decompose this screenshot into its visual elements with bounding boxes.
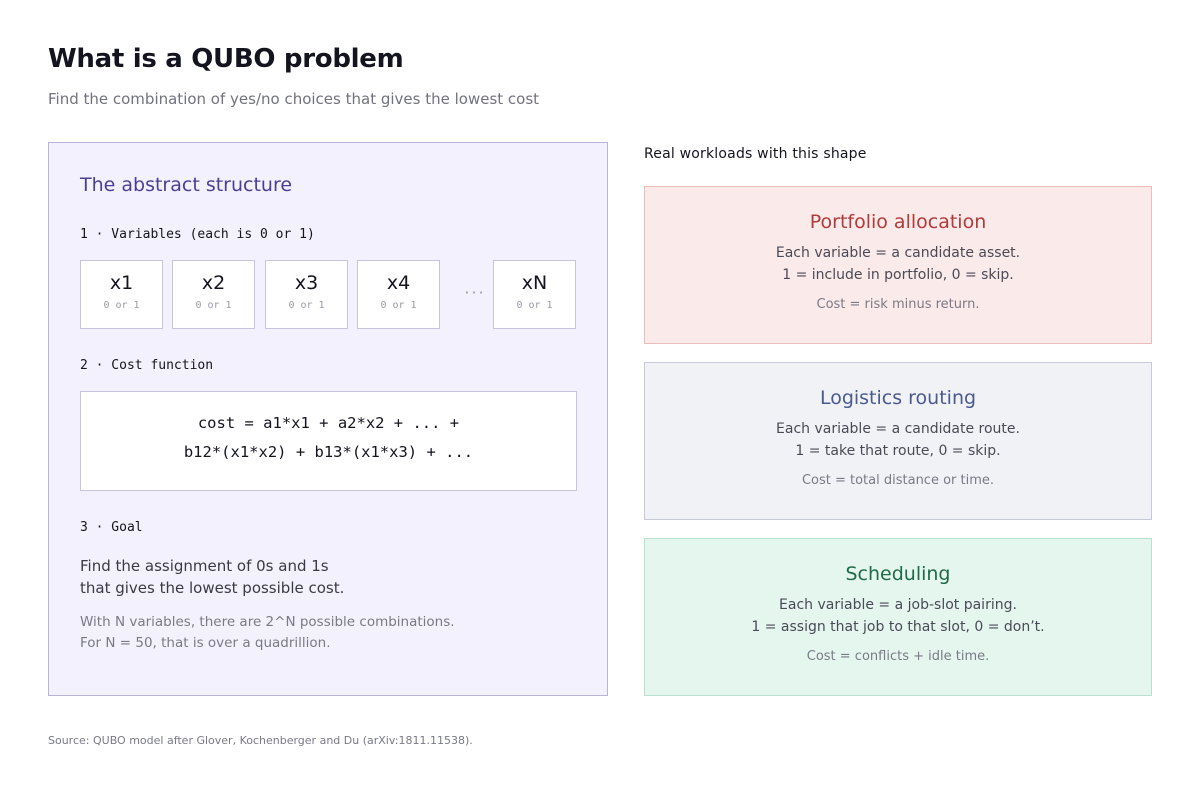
goal-text: Find the assignment of 0s and 1s that gi… [80,555,344,599]
panel-title: The abstract structure [80,174,293,196]
card-cost: Cost = conflicts + idle time. [806,649,990,664]
card-description: Each variable = a candidate route. 1 = t… [645,418,1151,462]
step3-label: 3 · Goal [80,520,143,535]
card-title: Logistics routing [819,387,977,409]
source-note: Source: QUBO model after Glover, Kochenb… [48,734,473,747]
card-line-2: 1 = take that route, 0 = skip. [795,443,1001,459]
workloads-heading: Real workloads with this shape [644,146,867,162]
variable-domain: 0 or 1 [195,300,232,311]
variable-domain: 0 or 1 [516,300,553,311]
scheduling-card: Scheduling Each variable = a job-slot pa… [644,538,1152,696]
card-line-2: 1 = assign that job to that slot, 0 = do… [751,619,1045,635]
step1-label: 1 · Variables (each is 0 or 1) [80,227,315,242]
goal-line-2: that gives the lowest possible cost. [80,579,345,597]
note-line-1: With N variables, there are 2^N possible… [80,614,455,630]
variable-box-x2: x2 0 or 1 [172,260,255,329]
card-line-1: Each variable = a job-slot pairing. [779,597,1017,613]
variable-box-x3: x3 0 or 1 [265,260,348,329]
goal-line-1: Find the assignment of 0s and 1s [80,557,329,575]
card-cost: Cost = total distance or time. [801,473,995,488]
variable-domain: 0 or 1 [103,300,140,311]
note-line-2: For N = 50, that is over a quadrillion. [80,635,331,651]
card-line-2: 1 = include in portfolio, 0 = skip. [782,267,1014,283]
card-cost: Cost = risk minus return. [816,297,980,312]
card-description: Each variable = a candidate asset. 1 = i… [645,242,1151,286]
card-title: Scheduling [845,563,951,585]
card-line-1: Each variable = a candidate asset. [775,245,1021,261]
cost-line-2: b12*(x1*x2) + b13*(x1*x3) + ... [183,443,474,461]
portfolio-card: Portfolio allocation Each variable = a c… [644,186,1152,344]
variable-row: x1 0 or 1 x2 0 or 1 x3 0 or 1 x4 0 or 1 … [80,260,577,330]
variable-box-x1: x1 0 or 1 [80,260,163,329]
cost-line-1: cost = a1*x1 + a2*x2 + ... + [197,414,460,432]
variable-domain: 0 or 1 [288,300,325,311]
card-description: Each variable = a job-slot pairing. 1 = … [645,594,1151,638]
logistics-card: Logistics routing Each variable = a cand… [644,362,1152,520]
variable-name: x4 [386,272,411,294]
goal-note: With N variables, there are 2^N possible… [80,612,455,654]
page-subtitle: Find the combination of yes/no choices t… [48,90,540,108]
variable-name: x1 [109,272,134,294]
cost-function-box: cost = a1*x1 + a2*x2 + ... + b12*(x1*x2)… [80,391,577,491]
variable-name: x2 [201,272,226,294]
page-title: What is a QUBO problem [48,44,404,74]
variable-box-xN: xN 0 or 1 [493,260,576,329]
step2-label: 2 · Cost function [80,358,214,373]
card-line-1: Each variable = a candidate route. [776,421,1020,437]
variable-domain: 0 or 1 [380,300,417,311]
variable-name: x3 [294,272,319,294]
card-title: Portfolio allocation [809,211,987,233]
variable-name: xN [521,272,548,294]
abstract-structure-panel: The abstract structure 1 · Variables (ea… [48,142,608,696]
variable-box-x4: x4 0 or 1 [357,260,440,329]
